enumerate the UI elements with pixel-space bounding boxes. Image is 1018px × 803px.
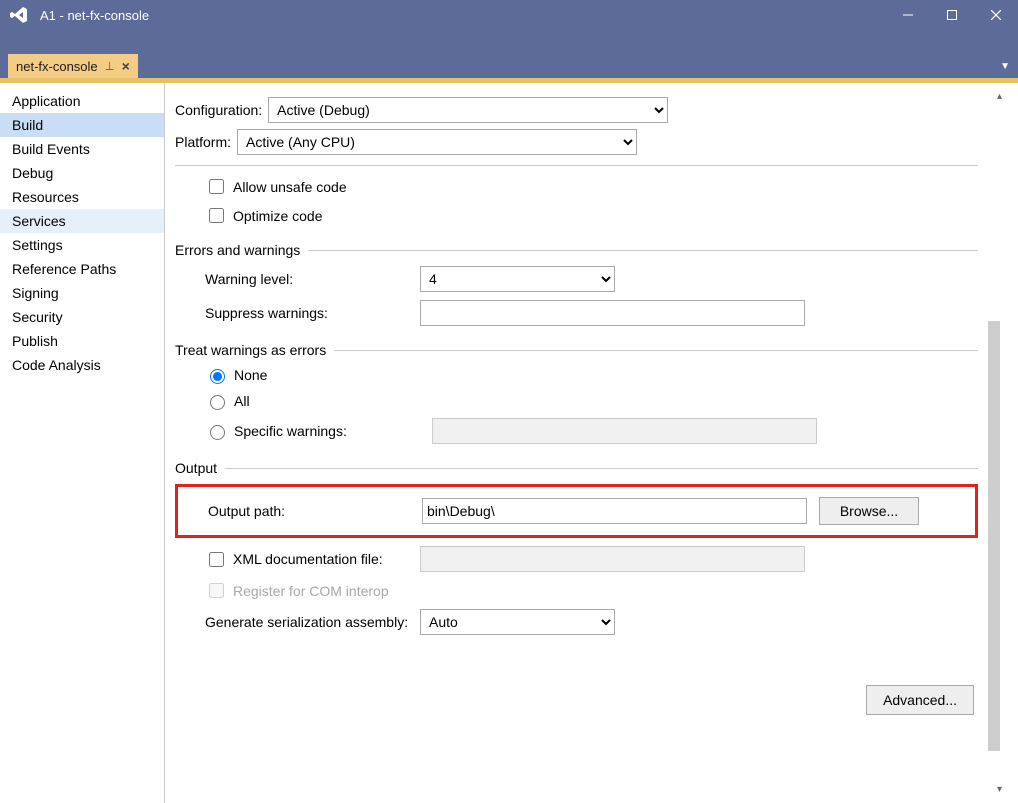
sidebar-item-application[interactable]: Application — [0, 89, 164, 113]
maximize-button[interactable] — [930, 0, 974, 30]
treat-all-label: All — [234, 393, 250, 409]
platform-label: Platform: — [175, 134, 231, 150]
divider — [175, 165, 978, 166]
suppress-warnings-input[interactable] — [420, 300, 805, 326]
register-com-label: Register for COM interop — [233, 583, 389, 599]
sidebar-item-reference-paths[interactable]: Reference Paths — [0, 257, 164, 281]
xml-doc-label: XML documentation file: — [233, 551, 383, 567]
output-path-input[interactable] — [422, 498, 807, 524]
vs-logo — [4, 0, 34, 30]
sidebar-item-code-analysis[interactable]: Code Analysis — [0, 353, 164, 377]
window-title: A1 - net-fx-console — [38, 8, 886, 23]
sidebar-item-publish[interactable]: Publish — [0, 329, 164, 353]
treat-specific-radio[interactable] — [210, 425, 225, 440]
xml-doc-input — [420, 546, 805, 572]
allow-unsafe-checkbox[interactable] — [209, 179, 224, 194]
sidebar-item-settings[interactable]: Settings — [0, 233, 164, 257]
gen-serialization-label: Generate serialization assembly: — [175, 614, 420, 630]
scrollbar[interactable]: ▴ ▾ — [984, 91, 1002, 795]
pin-icon[interactable]: ⟂ — [106, 59, 114, 74]
configuration-select[interactable]: Active (Debug) — [268, 97, 668, 123]
platform-select[interactable]: Active (Any CPU) — [237, 129, 637, 155]
scroll-down-icon[interactable]: ▾ — [997, 784, 1002, 795]
advanced-button[interactable]: Advanced... — [866, 685, 974, 715]
xml-doc-checkbox[interactable] — [209, 552, 224, 567]
register-com-checkbox — [209, 583, 224, 598]
sidebar: Application Build Build Events Debug Res… — [0, 83, 165, 803]
menu-bar — [0, 30, 1018, 52]
content-area: Application Build Build Events Debug Res… — [0, 83, 1018, 803]
scroll-thumb[interactable] — [988, 321, 1000, 751]
sidebar-item-build-events[interactable]: Build Events — [0, 137, 164, 161]
treat-specific-input — [432, 418, 817, 444]
sidebar-item-debug[interactable]: Debug — [0, 161, 164, 185]
treat-specific-label: Specific warnings: — [234, 423, 426, 439]
output-path-highlight: Output path: Browse... — [175, 484, 978, 538]
optimize-code-checkbox[interactable] — [209, 208, 224, 223]
sidebar-item-security[interactable]: Security — [0, 305, 164, 329]
optimize-code-label: Optimize code — [233, 208, 322, 224]
minimize-button[interactable] — [886, 0, 930, 30]
treat-none-radio[interactable] — [210, 369, 225, 384]
sidebar-item-resources[interactable]: Resources — [0, 185, 164, 209]
tab-label: net-fx-console — [16, 59, 98, 74]
divider — [225, 468, 978, 469]
tab-overflow-icon[interactable]: ▼ — [1000, 54, 1010, 78]
sidebar-item-signing[interactable]: Signing — [0, 281, 164, 305]
sidebar-item-services[interactable]: Services — [0, 209, 164, 233]
errors-section-header: Errors and warnings — [175, 242, 300, 258]
treat-none-label: None — [234, 367, 267, 383]
treat-warnings-section-header: Treat warnings as errors — [175, 342, 326, 358]
sidebar-item-build[interactable]: Build — [0, 113, 164, 137]
divider — [334, 350, 978, 351]
allow-unsafe-label: Allow unsafe code — [233, 179, 347, 195]
scroll-up-icon[interactable]: ▴ — [997, 91, 1002, 102]
gen-serialization-select[interactable]: Auto — [420, 609, 615, 635]
main-panel: Configuration: Active (Debug) Platform: … — [165, 83, 1018, 803]
output-path-label: Output path: — [186, 503, 418, 519]
divider — [308, 250, 978, 251]
close-tab-icon[interactable]: × — [122, 58, 130, 74]
title-bar: A1 - net-fx-console — [0, 0, 1018, 30]
treat-all-radio[interactable] — [210, 395, 225, 410]
configuration-label: Configuration: — [175, 102, 262, 118]
suppress-warnings-label: Suppress warnings: — [175, 305, 420, 321]
warning-level-label: Warning level: — [175, 271, 420, 287]
browse-button[interactable]: Browse... — [819, 497, 919, 525]
tab-bar: net-fx-console ⟂ × ▼ — [0, 52, 1018, 78]
close-button[interactable] — [974, 0, 1018, 30]
output-section-header: Output — [175, 460, 217, 476]
document-tab[interactable]: net-fx-console ⟂ × — [8, 54, 138, 78]
warning-level-select[interactable]: 4 — [420, 266, 615, 292]
